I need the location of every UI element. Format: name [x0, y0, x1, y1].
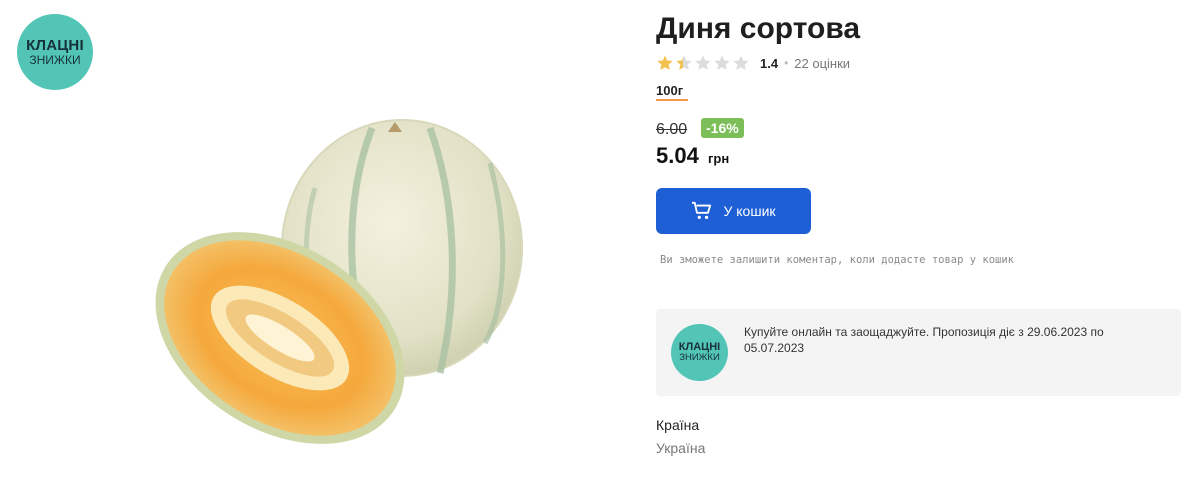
melon-image	[155, 119, 523, 444]
product-rating[interactable]: 1.4 • 22 оцінки	[656, 52, 850, 74]
star-empty-icon	[695, 55, 711, 70]
add-to-cart-button[interactable]: У кошик	[656, 188, 811, 234]
promo-banner: КЛАЦНІ ЗНИЖКИ Купуйте онлайн та заощаджу…	[656, 309, 1181, 396]
promo-logo-badge: КЛАЦНІ ЗНИЖКИ	[671, 324, 728, 381]
cart-icon	[692, 201, 712, 219]
currency-label: грн	[708, 151, 730, 166]
star-empty-icon	[733, 55, 749, 70]
rating-count[interactable]: 22 оцінки	[794, 56, 850, 71]
discount-badge: -16%	[701, 118, 744, 138]
star-filled-icon	[657, 55, 673, 70]
star-half-icon	[676, 55, 692, 70]
country-value: Україна	[656, 440, 706, 456]
current-price: 5.04	[656, 143, 699, 168]
star-empty-icon	[714, 55, 730, 70]
add-to-cart-label: У кошик	[723, 203, 776, 219]
product-title: Диня сортова	[656, 12, 861, 45]
rating-value: 1.4	[760, 55, 779, 71]
weight-option[interactable]: 100г	[656, 83, 683, 98]
brand-logo-line2: ЗНИЖКИ	[29, 52, 81, 67]
product-image	[140, 118, 540, 458]
rating-separator: •	[784, 56, 789, 70]
promo-text: Купуйте онлайн та заощаджуйте. Пропозиці…	[744, 325, 1104, 355]
brand-logo-badge: КЛАЦНІ ЗНИЖКИ	[17, 14, 93, 90]
comment-hint: Ви зможете залишити коментар, коли додас…	[660, 254, 1015, 266]
country-label: Країна	[656, 417, 700, 433]
brand-logo-line1: КЛАЦНІ	[26, 36, 84, 54]
weight-option-underline	[656, 99, 688, 101]
rating-stars	[656, 54, 750, 72]
old-price: 6.00	[656, 121, 688, 138]
promo-logo-line2: ЗНИЖКИ	[679, 352, 720, 364]
